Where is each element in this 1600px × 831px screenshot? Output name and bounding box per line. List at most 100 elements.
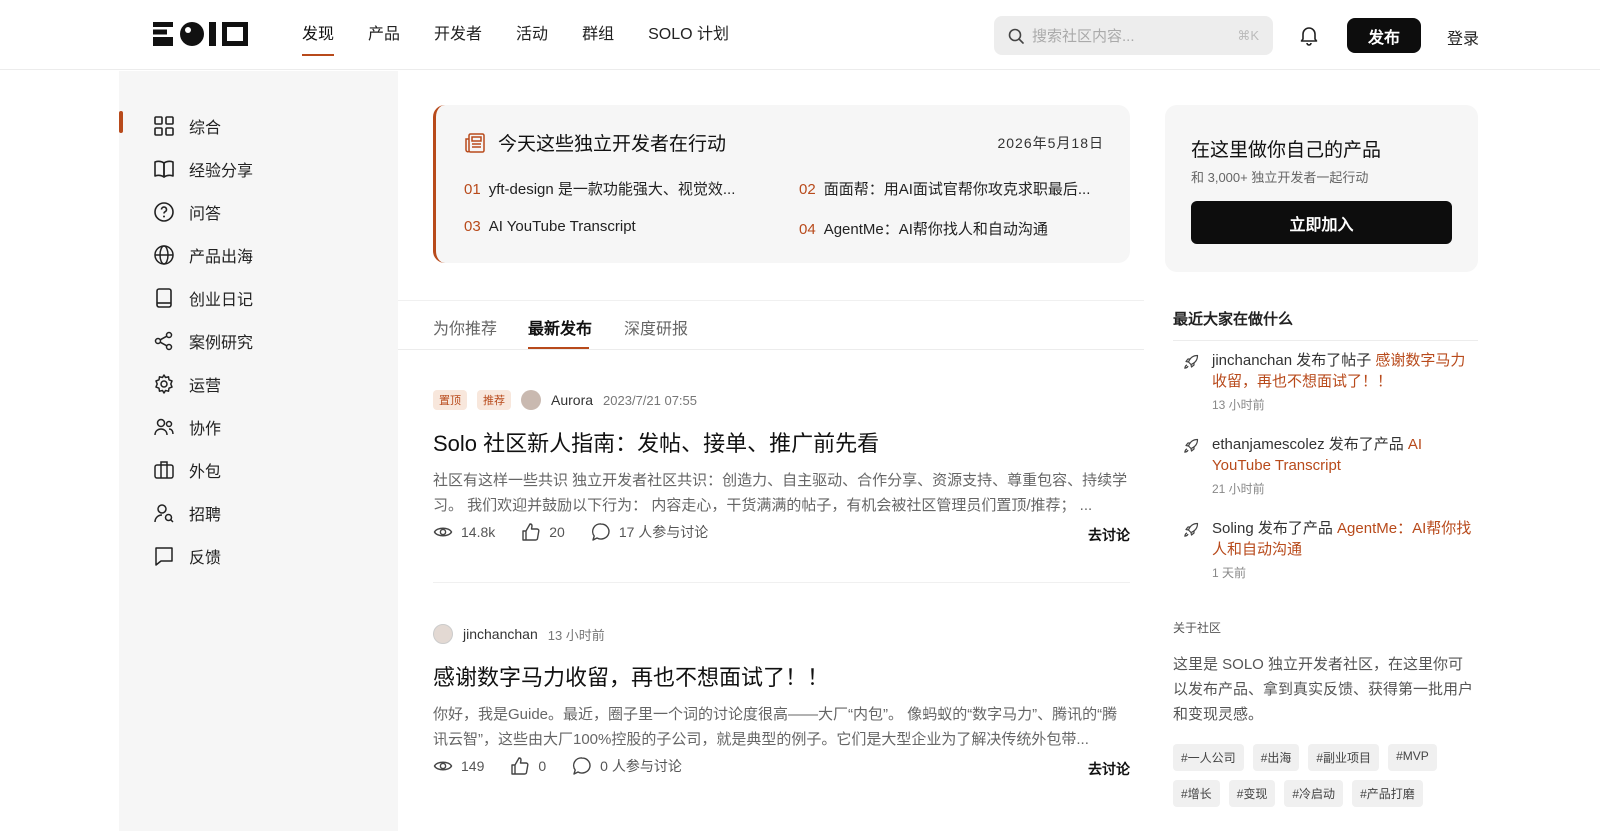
sidebar-item-label: 经验分享 (189, 163, 254, 180)
sidebar-item-label: 招聘 (189, 507, 222, 524)
about-label: 关于社区 (1173, 621, 1222, 635)
post-time: 2023/7/21 07:55 (603, 392, 698, 408)
today-link-02[interactable]: 02 面面帮：用AI面试官帮你攻克求职最后... (799, 178, 1099, 199)
sidebar-item-overseas[interactable]: 产品出海 (153, 243, 253, 267)
login-link[interactable]: 登录 (1447, 25, 1479, 49)
comments-stat[interactable]: 0 人参与讨论 (572, 756, 682, 776)
post-excerpt: 社区有这样一些共识 独立开发者社区共识：创造力、自主驱动、合作分享、资源支持、尊… (433, 472, 1128, 514)
join-now-button[interactable]: 立即加入 (1191, 201, 1452, 244)
join-card-subtitle: 和 3,000+ 独立开发者一起行动 (1191, 170, 1369, 185)
tag-chip[interactable]: #增长 (1173, 780, 1220, 807)
question-icon (154, 202, 174, 222)
sidebar-item-outsourcing[interactable]: 外包 (153, 458, 221, 482)
views-stat: 14.8k (433, 522, 495, 542)
tag-chip[interactable]: #一人公司 (1173, 744, 1244, 771)
tag-chip[interactable]: #产品打磨 (1352, 780, 1423, 807)
sidebar-item-experience[interactable]: 经验分享 (153, 157, 253, 181)
sidebar-item-diary[interactable]: 创业日记 (153, 286, 253, 310)
sidebar-item-hiring[interactable]: 招聘 (153, 501, 221, 525)
sidebar-item-label: 问答 (189, 206, 222, 223)
sidebar-item-label: 案例研究 (189, 335, 254, 352)
activity-prefix: ethanjamescolez 发布了产品 (1212, 436, 1408, 453)
activity-item[interactable]: Soling 发布了产品 AgentMe：AI帮你找人和自动沟通 1 天前 (1183, 518, 1473, 581)
post-author[interactable]: jinchanchan (463, 626, 538, 642)
today-link-text: AgentMe：AI帮你找人和自动沟通 (823, 221, 1048, 238)
sidebar-item-collaboration[interactable]: 协作 (153, 415, 221, 439)
book-open-icon (154, 160, 174, 178)
tag-chip[interactable]: #变现 (1228, 780, 1276, 807)
search-icon (1008, 28, 1024, 44)
solo-logo[interactable] (153, 20, 249, 48)
tab-latest[interactable]: 最新发布 (528, 315, 592, 339)
tag-chip[interactable]: #MVP (1388, 744, 1437, 771)
sidebar-item-qa[interactable]: 问答 (153, 200, 221, 224)
newspaper-icon (465, 132, 485, 153)
nav-products[interactable]: 产品 (368, 0, 400, 70)
today-card-title: 今天这些独立开发者在行动 (498, 134, 727, 155)
recent-activity-title: 最近大家在做什么 (1173, 311, 1294, 328)
recent-divider (1173, 340, 1478, 341)
tag-chip[interactable]: #冷启动 (1284, 780, 1344, 807)
globe-icon (154, 245, 174, 265)
post-excerpt: 你好，我是Guide。最近，圈子里一个词的讨论度很高——大厂“内包”。 像蚂蚁的… (433, 706, 1118, 748)
like-button[interactable]: 20 (521, 522, 565, 542)
comments-count: 0 人参与讨论 (600, 758, 682, 774)
comment-icon (573, 757, 591, 775)
activity-text: ethanjamescolez 发布了产品 AI YouTube Transcr… (1212, 434, 1473, 476)
post-stats: 14.8k 20 17 人参与讨论 (433, 522, 708, 542)
post-meta: 置顶 推荐 Aurora 2023/7/21 07:55 (433, 390, 1130, 410)
sidebar-item-case-study[interactable]: 案例研究 (153, 329, 253, 353)
avatar[interactable] (521, 390, 541, 410)
briefcase-icon (154, 461, 174, 479)
sidebar-item-label: 协作 (189, 421, 222, 438)
search-input[interactable]: 搜索社区内容... ⌘K (994, 16, 1273, 55)
today-link-number: 03 (464, 218, 481, 235)
nav-solo-plan[interactable]: SOLO 计划 (648, 0, 729, 70)
sidebar-active-indicator (119, 111, 123, 133)
go-discuss-link[interactable]: 去讨论 (1088, 759, 1130, 779)
post-title[interactable]: Solo 社区新人指南：发帖、接单、推广前先看 (433, 426, 1130, 458)
today-link-01[interactable]: 01 yft-design 是一款功能强大、视觉效... (464, 178, 754, 199)
recommended-badge: 推荐 (477, 390, 511, 410)
sidebar-item-operations[interactable]: 运营 (153, 372, 221, 396)
comments-stat[interactable]: 17 人参与讨论 (591, 522, 708, 542)
today-link-03[interactable]: 03 AI YouTube Transcript (464, 218, 754, 235)
post-title[interactable]: 感谢数字马力收留，再也不想面试了！！ (433, 660, 1130, 692)
activity-item[interactable]: ethanjamescolez 发布了产品 AI YouTube Transcr… (1183, 434, 1473, 497)
tab-deep-research[interactable]: 深度研报 (624, 315, 688, 339)
today-link-number: 02 (799, 181, 816, 198)
activity-item[interactable]: jinchanchan 发布了帖子 感谢数字马力收留，再也不想面试了！！ 13 … (1183, 350, 1473, 413)
sidebar-item-general[interactable]: 综合 (153, 114, 221, 138)
tab-recommended[interactable]: 为你推荐 (433, 315, 497, 339)
sidebar-item-label: 综合 (189, 120, 222, 137)
activity-time: 21 小时前 (1212, 482, 1265, 496)
nav-groups[interactable]: 群组 (582, 0, 614, 70)
share-icon (154, 331, 173, 351)
today-link-04[interactable]: 04 AgentMe：AI帮你找人和自动沟通 (799, 218, 1099, 239)
today-card-header: 今天这些独立开发者在行动 (464, 129, 726, 156)
nav-developers[interactable]: 开发者 (434, 0, 482, 70)
bell-icon[interactable] (1298, 24, 1320, 46)
thumbs-up-icon (511, 757, 529, 775)
today-link-text: 面面帮：用AI面试官帮你攻克求职最后... (823, 181, 1091, 198)
post-divider (433, 582, 1130, 583)
category-sidebar: 综合 经验分享 问答 产品出海 创业日记 案例研究 运营 协作 外包 招聘 反馈 (119, 71, 398, 831)
post-author[interactable]: Aurora (551, 392, 593, 408)
nav-discover[interactable]: 发现 (302, 0, 335, 70)
publish-button[interactable]: 发布 (1347, 18, 1421, 53)
nav-events[interactable]: 活动 (516, 0, 548, 70)
pinned-badge: 置顶 (433, 390, 467, 410)
sidebar-item-label: 外包 (189, 464, 222, 481)
sidebar-item-feedback[interactable]: 反馈 (153, 544, 221, 568)
post-time: 13 小时前 (547, 627, 605, 643)
post-item[interactable]: jinchanchan 13 小时前 感谢数字马力收留，再也不想面试了！！ 你好… (433, 624, 1130, 794)
post-item[interactable]: 置顶 推荐 Aurora 2023/7/21 07:55 Solo 社区新人指南… (433, 390, 1130, 560)
sidebar-item-label: 反馈 (189, 550, 222, 567)
top-header: 发现 产品 开发者 活动 群组 SOLO 计划 搜索社区内容... ⌘K 发布 … (0, 0, 1600, 70)
activity-text: Soling 发布了产品 AgentMe：AI帮你找人和自动沟通 (1212, 518, 1473, 560)
avatar[interactable] (433, 624, 453, 644)
tag-chip[interactable]: #出海 (1252, 744, 1300, 771)
tag-chip[interactable]: #副业项目 (1308, 744, 1380, 771)
go-discuss-link[interactable]: 去讨论 (1088, 525, 1130, 545)
like-button[interactable]: 0 (510, 756, 546, 776)
